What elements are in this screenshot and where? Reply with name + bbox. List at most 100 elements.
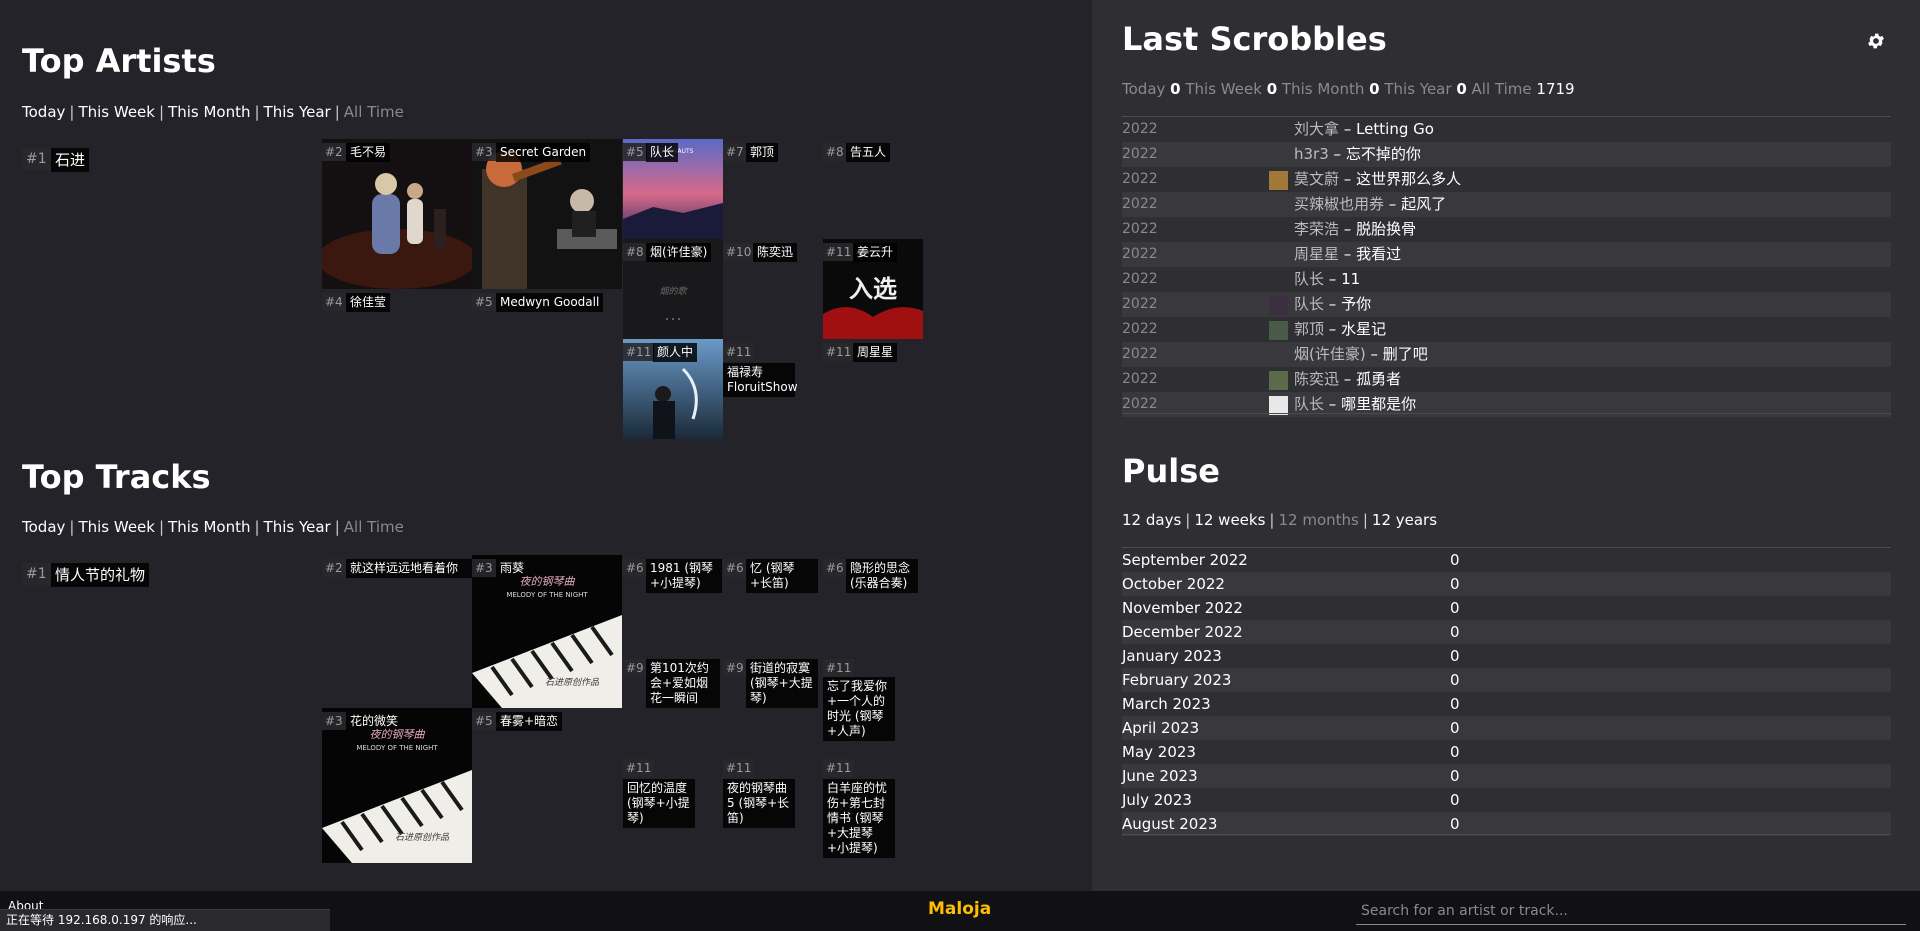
stat-week-label[interactable]: This Week — [1185, 80, 1262, 98]
track-tile-10[interactable]: 夜的钢琴曲 MELODY OF THE NIGHT 石进原创作品 #3 花的微笑 — [322, 708, 472, 863]
scrobble-artist[interactable]: h3r3 — [1294, 145, 1329, 163]
artists-range-year[interactable]: This Year — [264, 103, 331, 121]
scrobble-row[interactable]: 2022 刘大拿 – Letting Go — [1122, 117, 1891, 142]
scrobble-title[interactable]: 哪里都是你 — [1341, 395, 1416, 413]
artists-range-week[interactable]: This Week — [78, 103, 155, 121]
pulse-period[interactable]: March 2023 — [1122, 692, 1211, 716]
scrobble-artist[interactable]: 买辣椒也用券 — [1294, 195, 1384, 213]
scrobble-artist[interactable]: 刘大拿 — [1294, 120, 1339, 138]
artist-tile-5[interactable]: #5 Medwyn Goodall — [472, 289, 622, 439]
scrobble-row[interactable]: 2022 李荣浩 – 脱胎换骨 — [1122, 217, 1891, 242]
track-tile-8[interactable]: #9 街道的寂寞 (钢琴+大提琴) — [723, 655, 823, 755]
track-tile-9[interactable]: #11 忘了我爱你+一个人的时光 (钢琴+人声) — [823, 655, 923, 755]
scrobble-artist[interactable]: 烟(许佳豪) — [1294, 345, 1366, 363]
scrobble-row[interactable]: 2022 队长 – 11 — [1122, 267, 1891, 292]
pulse-period[interactable]: May 2023 — [1122, 740, 1196, 764]
scrobble-title[interactable]: 我看过 — [1356, 245, 1401, 263]
scrobble-title[interactable]: 水星记 — [1341, 320, 1386, 338]
scrobble-artist[interactable]: 队长 — [1294, 270, 1324, 288]
track-tile-1[interactable]: #1 情人节的礼物 — [22, 555, 322, 705]
artist-tile-13[interactable]: #11 福禄寿 FloruitShow — [723, 339, 823, 439]
pulse-range-years[interactable]: 12 years — [1372, 511, 1437, 529]
pulse-range-weeks[interactable]: 12 weeks — [1194, 511, 1265, 529]
artist-tile-4[interactable]: #4 徐佳莹 — [322, 289, 472, 439]
artist-tile-2[interactable]: #2 毛不易 — [322, 139, 472, 289]
scrobble-artist[interactable]: 队长 — [1294, 395, 1324, 413]
artist-tile-6[interactable]: ASTRONAUTS #5 队长 — [623, 139, 723, 239]
artist-tile-3[interactable]: #3 Secret Garden — [472, 139, 622, 289]
scrobble-artist[interactable]: 队长 — [1294, 295, 1324, 313]
scrobble-title[interactable]: 予你 — [1341, 295, 1371, 313]
pulse-period[interactable]: December 2022 — [1122, 620, 1243, 644]
scrobble-artist[interactable]: 郭顶 — [1294, 320, 1324, 338]
artists-range-alltime[interactable]: All Time — [344, 103, 404, 121]
artists-range-today[interactable]: Today — [22, 103, 65, 121]
track-tile-6[interactable]: #6 隐形的思念 (乐器合奏) — [823, 555, 923, 655]
stat-year-label[interactable]: This Year — [1384, 80, 1451, 98]
track-tile-14[interactable]: #11 白羊座的忧伤+第七封情书 (钢琴+大提琴+小提琴) — [823, 755, 923, 865]
scrobble-title[interactable]: Letting Go — [1356, 120, 1434, 138]
track-tile-3[interactable]: 夜的钢琴曲 MELODY OF THE NIGHT 石进原创作品 #3 雨葵 — [472, 555, 622, 708]
pulse-period[interactable]: July 2023 — [1122, 788, 1192, 812]
scrobble-artist[interactable]: 陈奕迅 — [1294, 370, 1339, 388]
artist-tile-10[interactable]: #10 陈奕迅 — [723, 239, 823, 339]
pulse-period[interactable]: August 2023 — [1122, 812, 1217, 836]
scrobble-title[interactable]: 忘不掉的你 — [1346, 145, 1421, 163]
scrobble-title[interactable]: 孤勇者 — [1356, 370, 1401, 388]
artist-tile-12[interactable]: #11 颜人中 — [623, 339, 723, 439]
scrobble-artist[interactable]: 周星星 — [1294, 245, 1339, 263]
artist-tile-1[interactable]: #1 石进 — [22, 140, 322, 290]
scrobble-row[interactable]: 2022 烟(许佳豪) – 删了吧 — [1122, 342, 1891, 367]
pulse-period[interactable]: November 2022 — [1122, 596, 1243, 620]
track-tile-11[interactable]: #5 春雾+暗恋 — [472, 708, 622, 858]
pulse-period[interactable]: January 2023 — [1122, 644, 1222, 668]
pulse-range-days[interactable]: 12 days — [1122, 511, 1181, 529]
artists-range-month[interactable]: This Month — [168, 103, 250, 121]
stat-month-label[interactable]: This Month — [1282, 80, 1364, 98]
track-tile-13[interactable]: #11 夜的钢琴曲5 (钢琴+长笛) — [723, 755, 823, 855]
scrobble-title[interactable]: 删了吧 — [1383, 345, 1428, 363]
pulse-range-months[interactable]: 12 months — [1278, 511, 1358, 529]
search-input[interactable] — [1356, 898, 1906, 925]
track-tile-7[interactable]: #9 第101次约会+爱如烟花一瞬间 — [623, 655, 723, 755]
artist-tile-7[interactable]: #7 郭顶 — [723, 139, 823, 239]
track-tile-2[interactable]: #2 就这样远远地看着你 — [322, 555, 478, 705]
scrobble-row[interactable]: 2022 莫文蔚 – 这世界那么多人 — [1122, 167, 1891, 192]
stat-alltime-label[interactable]: All Time — [1472, 80, 1532, 98]
tracks-range-week[interactable]: This Week — [78, 518, 155, 536]
pulse-period[interactable]: April 2023 — [1122, 716, 1199, 740]
track-thumbnail[interactable] — [1269, 296, 1288, 315]
scrobble-artist[interactable]: 莫文蔚 — [1294, 170, 1339, 188]
artist-tile-11[interactable]: 入选 #11 姜云升 — [823, 239, 923, 339]
pulse-period[interactable]: October 2022 — [1122, 572, 1225, 596]
scrobble-title[interactable]: 这世界那么多人 — [1356, 170, 1461, 188]
track-tile-5[interactable]: #6 忆 (钢琴+长笛) — [723, 555, 823, 655]
tracks-range-today[interactable]: Today — [22, 518, 65, 536]
scrobble-artist[interactable]: 李荣浩 — [1294, 220, 1339, 238]
scrobble-row[interactable]: 2022 周星星 – 我看过 — [1122, 242, 1891, 267]
artist-tile-14[interactable]: #11 周星星 — [823, 339, 923, 439]
artist-tile-8[interactable]: #8 告五人 — [823, 139, 923, 239]
scrobble-row[interactable]: 2022 陈奕迅 – 孤勇者 — [1122, 367, 1891, 392]
track-thumbnail[interactable] — [1269, 171, 1288, 190]
scrobble-title[interactable]: 11 — [1341, 270, 1360, 288]
pulse-period[interactable]: February 2023 — [1122, 668, 1231, 692]
scrobble-row[interactable]: 2022 h3r3 – 忘不掉的你 — [1122, 142, 1891, 167]
track-tile-12[interactable]: #11 回忆的温度 (钢琴+小提琴) — [623, 755, 723, 855]
scrobble-row[interactable]: 2022 郭顶 – 水星记 — [1122, 317, 1891, 342]
brand-logo[interactable]: Maloja — [928, 899, 991, 919]
tracks-range-year[interactable]: This Year — [264, 518, 331, 536]
pulse-period[interactable]: June 2023 — [1122, 764, 1198, 788]
pulse-period[interactable]: September 2022 — [1122, 548, 1248, 572]
artist-tile-9[interactable]: 烟的歌 #8 烟(许佳豪) — [623, 239, 723, 339]
scrobble-row[interactable]: 2022 队长 – 予你 — [1122, 292, 1891, 317]
tracks-range-alltime[interactable]: All Time — [344, 518, 404, 536]
track-thumbnail[interactable] — [1269, 371, 1288, 390]
scrobble-title[interactable]: 起风了 — [1401, 195, 1446, 213]
scrobble-row[interactable]: 2022 买辣椒也用券 – 起风了 — [1122, 192, 1891, 217]
track-tile-4[interactable]: #6 1981 (钢琴+小提琴) — [623, 555, 723, 655]
stat-today-label[interactable]: Today — [1122, 80, 1165, 98]
tracks-range-month[interactable]: This Month — [168, 518, 250, 536]
scrobble-title[interactable]: 脱胎换骨 — [1356, 220, 1416, 238]
track-thumbnail[interactable] — [1269, 321, 1288, 340]
